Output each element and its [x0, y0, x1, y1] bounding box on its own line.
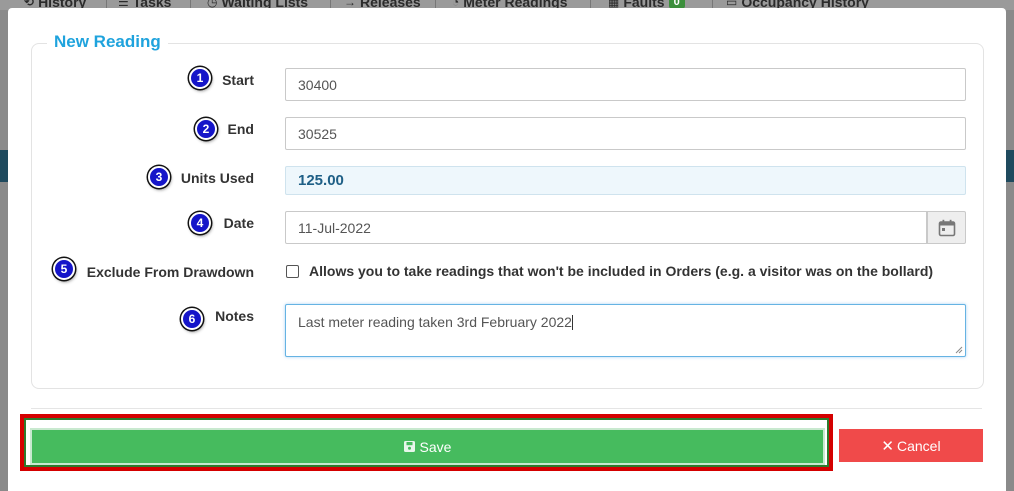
save-button[interactable]: Save	[30, 428, 825, 465]
step-badge-1: 1	[189, 67, 211, 89]
close-icon: ✕	[881, 437, 894, 455]
background-header-strip	[0, 150, 8, 182]
end-input[interactable]: 30525	[285, 117, 966, 150]
notes-value: Last meter reading taken 3rd February 20…	[298, 314, 572, 330]
date-label: Date	[223, 215, 254, 231]
new-reading-modal: New Reading 1 Start 30400 2 End 30525 3 …	[8, 8, 1006, 491]
units-used-field: 125.00	[285, 166, 966, 195]
start-input-value: 30400	[298, 76, 337, 93]
calendar-icon	[938, 219, 955, 236]
step-badge-2: 2	[195, 118, 217, 140]
save-button-label: Save	[419, 438, 452, 455]
units-used-label: Units Used	[180, 170, 254, 186]
start-input[interactable]: 30400	[285, 68, 966, 101]
exclude-from-drawdown-label: Exclude From Drawdown	[86, 264, 254, 280]
save-icon	[403, 441, 415, 452]
notes-label: Notes	[215, 308, 254, 324]
step-badge-6: 6	[181, 308, 203, 330]
date-input-value: 11-Jul-2022	[298, 219, 371, 236]
end-label: End	[227, 121, 254, 137]
date-input[interactable]: 11-Jul-2022	[285, 211, 927, 244]
fieldset-legend: New Reading	[47, 32, 168, 52]
exclude-from-drawdown-checkbox[interactable]	[286, 265, 299, 278]
footer-divider	[31, 408, 982, 409]
step-badge-4: 4	[189, 212, 211, 234]
start-label: Start	[222, 72, 254, 88]
cancel-button-label: Cancel	[896, 437, 941, 454]
resize-grip-icon[interactable]	[955, 346, 963, 354]
exclude-help-text: Allows you to take readings that won't b…	[309, 263, 934, 279]
text-caret	[571, 315, 573, 330]
end-input-value: 30525	[298, 125, 337, 142]
step-badge-5: 5	[53, 258, 75, 280]
calendar-button[interactable]	[927, 211, 966, 244]
cancel-button[interactable]: ✕ Cancel	[839, 429, 983, 462]
background-header-strip	[1006, 150, 1014, 182]
units-used-value: 125.00	[298, 172, 344, 189]
step-badge-3: 3	[148, 166, 170, 188]
notes-textarea[interactable]: Last meter reading taken 3rd February 20…	[285, 304, 966, 357]
